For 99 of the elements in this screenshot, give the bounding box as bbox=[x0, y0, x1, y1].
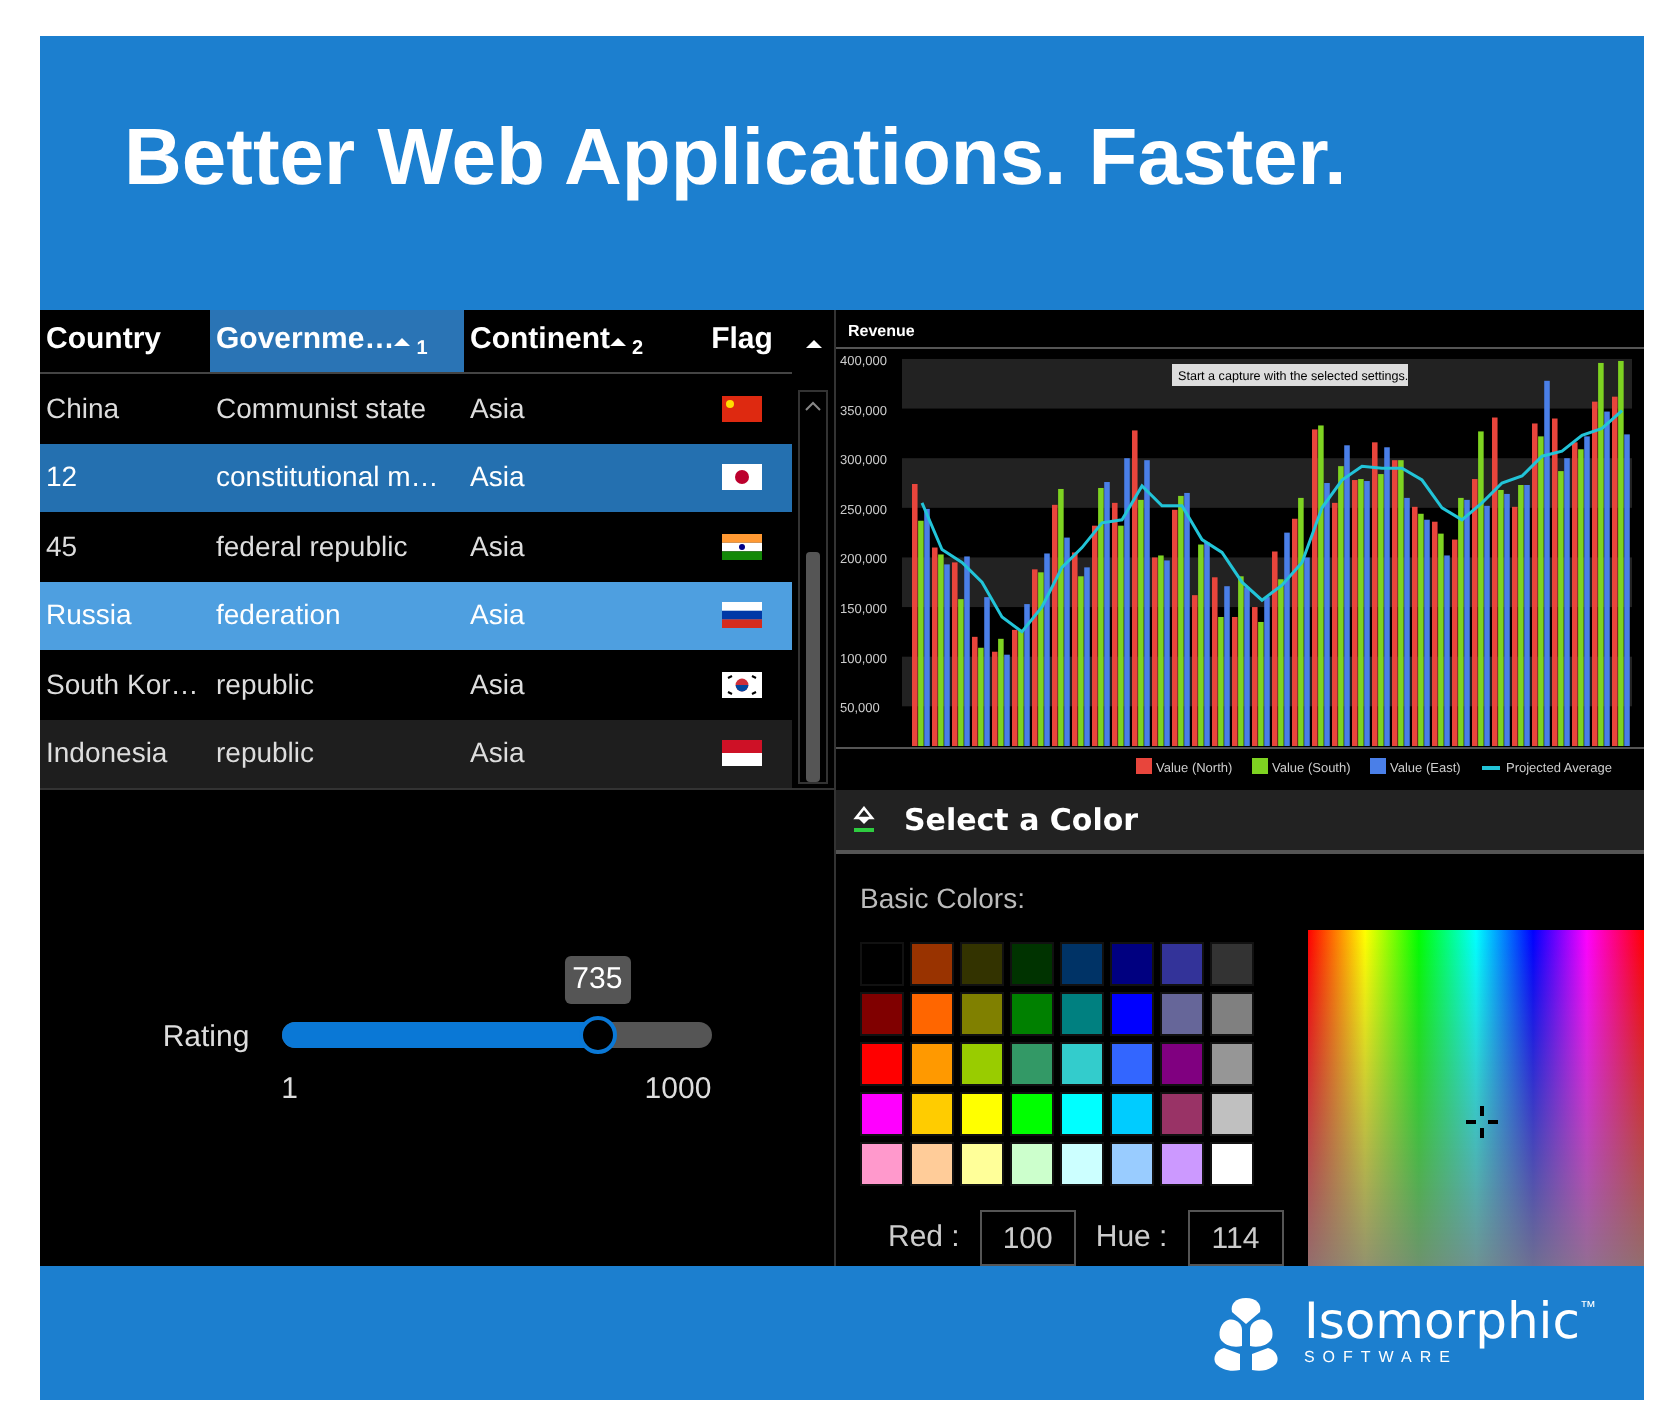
table-cell-text: Indonesia bbox=[44, 734, 170, 773]
field-label: Hue : bbox=[1095, 1217, 1168, 1258]
slider-label: Rating bbox=[162, 1018, 250, 1059]
flag-icon bbox=[722, 671, 762, 698]
color-swatch[interactable] bbox=[1160, 942, 1204, 986]
slider-thumb[interactable] bbox=[578, 1016, 617, 1055]
flag-icon bbox=[722, 602, 762, 629]
scrollbar[interactable] bbox=[798, 390, 828, 784]
color-swatch[interactable] bbox=[960, 1092, 1004, 1136]
color-swatch[interactable] bbox=[1210, 1042, 1254, 1086]
color-swatch[interactable] bbox=[1110, 1092, 1154, 1136]
min-label: 1 bbox=[281, 1070, 299, 1111]
field-label: Red : bbox=[888, 1217, 960, 1258]
trademark-mark: ™ bbox=[1580, 1296, 1596, 1320]
legend-line bbox=[1482, 766, 1500, 770]
table-cell-text: Russia bbox=[44, 596, 134, 635]
color-swatch[interactable] bbox=[860, 992, 904, 1036]
value-tooltip: 735 bbox=[564, 955, 631, 1005]
color-swatch[interactable] bbox=[960, 942, 1004, 986]
table-cell-text: Asia bbox=[468, 734, 527, 773]
table-cell-text: Asia bbox=[468, 458, 527, 497]
table-cell-text: republic bbox=[214, 734, 317, 773]
chevron-up-icon[interactable] bbox=[804, 400, 822, 412]
color-swatch[interactable] bbox=[1010, 1142, 1054, 1186]
table-cell-text: federation bbox=[214, 596, 343, 635]
table-row[interactable]: 12 constitutional m… Asia bbox=[40, 443, 792, 512]
color-swatch[interactable] bbox=[1060, 942, 1104, 986]
color-swatch[interactable] bbox=[1210, 1092, 1254, 1136]
crosshair-icon bbox=[1463, 1104, 1500, 1140]
color-swatch[interactable] bbox=[910, 942, 954, 986]
color-swatch[interactable] bbox=[860, 1092, 904, 1136]
color-swatch[interactable] bbox=[1160, 992, 1204, 1036]
table-cell-text: federal republic bbox=[214, 527, 410, 566]
color-swatch[interactable] bbox=[1110, 1142, 1154, 1186]
column-header[interactable]: Governme… 1 bbox=[210, 310, 464, 372]
color-swatch[interactable] bbox=[1060, 1142, 1104, 1186]
table-cell-text: 45 bbox=[44, 527, 80, 566]
color-swatch[interactable] bbox=[960, 992, 1004, 1036]
color-swatch[interactable] bbox=[910, 1092, 954, 1136]
color-swatch[interactable] bbox=[1110, 1042, 1154, 1086]
color-spectrum[interactable] bbox=[1307, 930, 1644, 1266]
color-swatch[interactable] bbox=[1160, 1142, 1204, 1186]
column-header[interactable]: Continent 2 bbox=[464, 310, 694, 372]
logo-subtitle: SOFTWARE bbox=[1303, 1348, 1459, 1370]
dialog-title: Select a Color bbox=[904, 799, 1139, 842]
color-swatch[interactable] bbox=[860, 1142, 904, 1186]
sort-arrow-icon[interactable] bbox=[805, 338, 821, 350]
color-swatch[interactable] bbox=[1210, 992, 1254, 1036]
table-cell-text: republic bbox=[214, 665, 317, 704]
color-swatch[interactable] bbox=[910, 992, 954, 1036]
input-field[interactable]: 100 bbox=[979, 1210, 1076, 1266]
column-header[interactable]: Flag bbox=[694, 310, 790, 372]
color-swatch[interactable] bbox=[1110, 992, 1154, 1036]
color-swatch[interactable] bbox=[910, 1142, 954, 1186]
flag-icon bbox=[722, 533, 762, 560]
logo-text: Isomorphic bbox=[1303, 1296, 1580, 1346]
color-swatch[interactable] bbox=[1010, 1042, 1054, 1086]
table-cell-text: Asia bbox=[468, 527, 527, 566]
max-label: 1000 bbox=[644, 1070, 712, 1111]
sort-arrow-icon[interactable] bbox=[609, 336, 626, 348]
color-swatch[interactable] bbox=[1010, 942, 1054, 986]
color-swatch[interactable] bbox=[1160, 1092, 1204, 1136]
legend-swatch bbox=[1136, 758, 1152, 774]
column-header[interactable]: Country bbox=[40, 310, 210, 372]
color-swatch[interactable] bbox=[1010, 1092, 1054, 1136]
color-swatch[interactable] bbox=[1160, 1042, 1204, 1086]
table-cell-text: Asia bbox=[468, 665, 527, 704]
flag-icon bbox=[722, 395, 762, 422]
table-row[interactable]: Indonesia republic Asia bbox=[40, 719, 792, 788]
flag-icon bbox=[722, 464, 762, 491]
table-row[interactable]: China Communist state Asia bbox=[40, 374, 792, 443]
table-row[interactable]: 45 federal republic Asia bbox=[40, 512, 792, 581]
color-swatch[interactable] bbox=[1060, 1042, 1104, 1086]
banner-title: Better Web Applications. Faster. bbox=[124, 111, 1347, 205]
table-cell-text: Asia bbox=[468, 389, 527, 428]
color-swatch[interactable] bbox=[960, 1042, 1004, 1086]
section-label: Basic Colors: bbox=[860, 880, 1027, 918]
table-cell-text: 12 bbox=[44, 458, 80, 497]
color-swatch[interactable] bbox=[1010, 992, 1054, 1036]
color-swatch[interactable] bbox=[1060, 992, 1104, 1036]
chart-title: Revenue bbox=[848, 322, 915, 340]
paint-bucket-icon bbox=[852, 806, 876, 834]
color-swatch[interactable] bbox=[1110, 942, 1154, 986]
color-swatch[interactable] bbox=[860, 1042, 904, 1086]
table-cell-text: constitutional m… bbox=[214, 458, 441, 497]
color-swatch[interactable] bbox=[1210, 942, 1254, 986]
table-row[interactable]: South Kor… republic Asia bbox=[40, 650, 792, 719]
color-swatch[interactable] bbox=[910, 1042, 954, 1086]
table-cell-text: Communist state bbox=[214, 389, 429, 428]
table-cell-text: Asia bbox=[468, 596, 527, 635]
color-swatch[interactable] bbox=[1060, 1092, 1104, 1136]
input-field[interactable]: 114 bbox=[1187, 1210, 1284, 1266]
color-swatch[interactable] bbox=[1210, 1142, 1254, 1186]
legend-swatch bbox=[1370, 758, 1386, 774]
table-cell-text: China bbox=[44, 389, 122, 428]
color-swatch[interactable] bbox=[960, 1142, 1004, 1186]
table-cell-text: South Kor… bbox=[44, 665, 201, 704]
legend-swatch bbox=[1252, 758, 1268, 774]
flag-icon bbox=[722, 740, 762, 767]
